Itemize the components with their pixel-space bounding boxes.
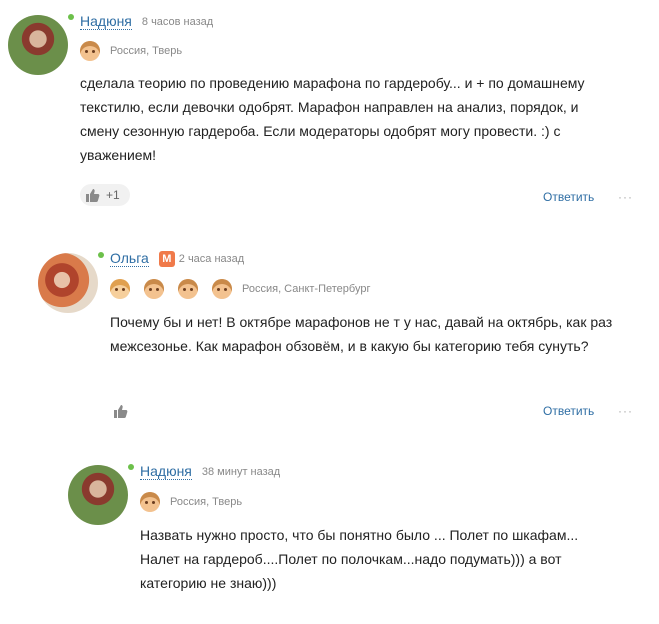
user-meta: Россия, Тверь bbox=[80, 41, 182, 61]
comment-text: сделала теорию по проведению марафона по… bbox=[80, 75, 585, 163]
comment-text: Почему бы и нет! В октябре марафонов не … bbox=[110, 314, 613, 354]
like-count: +1 bbox=[106, 188, 120, 202]
user-location: Россия, Тверь bbox=[170, 496, 243, 508]
avatar[interactable] bbox=[8, 15, 68, 75]
online-indicator bbox=[98, 252, 104, 258]
author-name[interactable]: Надюня bbox=[140, 463, 192, 480]
like-button[interactable]: +1 bbox=[80, 184, 130, 206]
comment-actions bbox=[112, 400, 128, 422]
avatar[interactable] bbox=[38, 253, 98, 313]
avatar-wrap bbox=[68, 464, 134, 525]
comment-text: Назвать нужно просто, что бы понятно был… bbox=[140, 527, 579, 591]
comment-header: Надюня 8 часов назад bbox=[80, 13, 213, 30]
online-indicator bbox=[128, 464, 134, 470]
user-location: Россия, Санкт-Петербург bbox=[242, 283, 371, 295]
timestamp: 2 часа назад bbox=[178, 252, 245, 265]
online-indicator bbox=[68, 14, 74, 20]
user-rank-icon bbox=[110, 279, 130, 299]
author-name[interactable]: Надюня bbox=[80, 13, 132, 30]
moderator-badge: М bbox=[158, 250, 175, 267]
thumbs-up-icon bbox=[86, 189, 100, 202]
timestamp: 38 минут назад bbox=[201, 465, 281, 478]
user-rank-icon bbox=[80, 41, 100, 61]
author-name[interactable]: Ольга bbox=[110, 250, 149, 267]
like-button[interactable] bbox=[112, 400, 128, 422]
user-rank-icon bbox=[178, 279, 198, 299]
comment-header: Ольга М 2 часа назад bbox=[110, 250, 244, 267]
user-rank-icon bbox=[140, 492, 160, 512]
user-meta: Россия, Санкт-Петербург bbox=[110, 279, 370, 299]
avatar-wrap bbox=[38, 252, 104, 313]
more-options-button[interactable]: ··· bbox=[618, 404, 633, 418]
more-options-button[interactable]: ··· bbox=[618, 190, 633, 204]
avatar[interactable] bbox=[68, 465, 128, 525]
comment-header: Надюня 38 минут назад bbox=[140, 463, 280, 480]
user-rank-icon bbox=[212, 279, 232, 299]
avatar-wrap bbox=[8, 14, 74, 75]
timestamp: 8 часов назад bbox=[141, 15, 214, 28]
thumbs-up-icon bbox=[114, 405, 128, 418]
reply-button[interactable]: Ответить bbox=[543, 190, 594, 204]
reply-button[interactable]: Ответить bbox=[543, 404, 594, 418]
comment-actions: +1 bbox=[80, 184, 130, 206]
user-meta: Россия, Тверь bbox=[140, 492, 242, 512]
user-location: Россия, Тверь bbox=[110, 45, 183, 57]
user-rank-icon bbox=[144, 279, 164, 299]
